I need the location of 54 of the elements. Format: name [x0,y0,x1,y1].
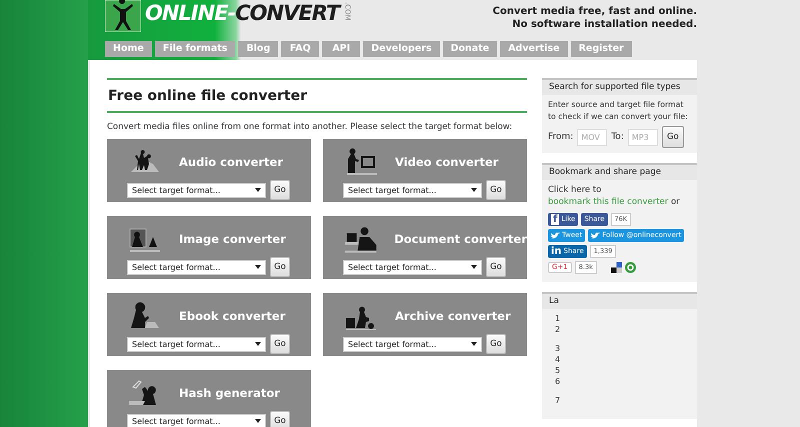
bookmark-text: Click here to bookmark this file converter or [548,184,681,208]
panel-heading: Search for supported file types [542,80,697,95]
go-button[interactable]: Go [270,180,290,200]
logo-text: ONLINE-CONVERT [145,0,340,27]
caret-icon [471,188,477,192]
go-button[interactable]: Go [270,334,290,354]
squares-icon[interactable] [610,262,622,273]
list-number: 7 [554,395,562,406]
converter-title: Audio converter [179,155,284,169]
list-number: 5 [554,365,562,376]
page-title: Free online file converter [107,87,308,106]
format-select[interactable]: Select target format... [127,260,266,274]
ring-icon[interactable] [624,262,636,273]
format-select[interactable]: Select target format... [127,182,266,198]
target-format-field[interactable]: MP3 [628,128,658,146]
caret-icon [255,265,261,269]
list-number: 1 [554,313,562,324]
caret-icon [471,342,477,346]
panel-heading: La [542,294,697,309]
list-number: 2 [554,324,562,335]
list-number: 3 [554,343,562,354]
format-select[interactable]: Select target format... [127,414,266,427]
converter-title: Document converter [394,232,527,246]
caret-icon [255,342,261,346]
format-select[interactable]: Select target format... [127,336,266,352]
logo-figure-icon [105,0,141,32]
bird-icon [551,232,560,239]
go-button[interactable]: Go [270,257,290,277]
go-button[interactable]: Go [270,411,290,427]
go-button[interactable]: Go [662,126,684,148]
go-button[interactable]: Go [486,334,506,354]
converter-title: Archive converter [395,309,511,323]
tagline: No software installation needed. [511,18,697,31]
converter-title: Ebook converter [179,309,286,323]
format-select[interactable]: Select target format... [343,182,482,198]
description: Convert media files online from one format into another. Please select the target format below: [107,121,514,133]
format-select[interactable]: Select target format... [343,260,482,274]
list-number: 4 [554,354,562,365]
panel-heading: Bookmark and share page [542,165,697,180]
bird-icon [591,232,600,239]
format-select[interactable]: Select target format... [343,336,482,352]
list-number: 6 [554,376,562,387]
converter-title: Video converter [395,155,498,169]
converter-title: Image converter [179,232,286,246]
converter-title: Hash generator [179,386,280,400]
to-label: To: [611,132,624,142]
caret-icon [471,265,477,269]
source-format-field[interactable]: MOV [577,128,608,146]
go-button[interactable]: Go [486,257,506,277]
caret-icon [255,188,261,192]
from-label: From: [548,132,574,142]
go-button[interactable]: Go [486,180,506,200]
tagline: Convert media free, fast and online. [492,5,697,18]
caret-icon [255,419,261,423]
